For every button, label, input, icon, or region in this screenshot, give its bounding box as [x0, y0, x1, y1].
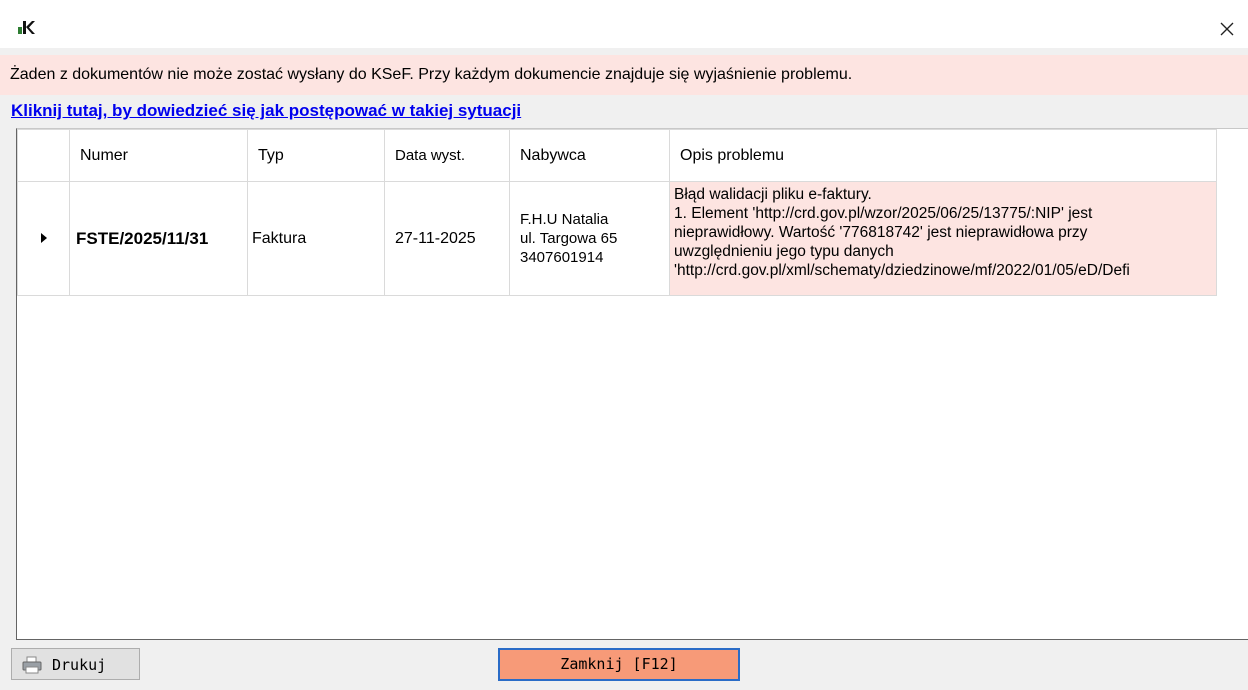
current-row-arrow-icon [40, 232, 47, 243]
column-header-opis-problemu[interactable]: Opis problemu [669, 129, 1217, 182]
cell-data-wyst[interactable]: 27-11-2025 [384, 181, 510, 296]
column-header-numer[interactable]: Numer [69, 129, 248, 182]
opis-line: Błąd walidacji pliku e-faktury. [674, 186, 872, 203]
print-button[interactable]: Drukuj [11, 648, 140, 680]
nabywca-address: ul. Targowa 65 [520, 230, 618, 247]
row-selector[interactable] [17, 181, 70, 296]
close-button[interactable]: Zamknij [F12] [498, 648, 740, 681]
documents-grid: Numer Typ Data wyst. Nabywca Opis proble… [16, 128, 1248, 640]
print-button-label: Drukuj [52, 656, 107, 674]
cell-nabywca[interactable]: F.H.U Natalia ul. Targowa 65 3407601914 [509, 181, 670, 296]
app-logo-icon [18, 21, 35, 34]
opis-line: nieprawidłowy. Wartość '776818742' jest … [674, 224, 1088, 241]
nabywca-name: F.H.U Natalia [520, 211, 609, 228]
column-header-typ[interactable]: Typ [247, 129, 385, 182]
column-header-data-wyst[interactable]: Data wyst. [384, 129, 510, 182]
error-banner: Żaden z dokumentów nie może zostać wysła… [0, 55, 1248, 95]
close-window-icon[interactable] [1216, 18, 1238, 40]
error-banner-text: Żaden z dokumentów nie może zostać wysła… [10, 66, 853, 83]
column-header-nabywca[interactable]: Nabywca [509, 129, 670, 182]
row-header-corner [17, 129, 70, 182]
table-header-row: Numer Typ Data wyst. Nabywca Opis proble… [17, 129, 1217, 182]
printer-icon [22, 656, 42, 674]
opis-line: uwzględnieniu jego typu danych [674, 243, 894, 260]
title-bar [0, 0, 1248, 48]
opis-line: 1. Element 'http://crd.gov.pl/wzor/2025/… [674, 205, 1093, 222]
cell-typ[interactable]: Faktura [247, 181, 385, 296]
cell-numer[interactable]: FSTE/2025/11/31 [69, 181, 248, 296]
table-row[interactable]: FSTE/2025/11/31 Faktura 27-11-2025 F.H.U… [17, 181, 1217, 296]
documents-table: Numer Typ Data wyst. Nabywca Opis proble… [17, 129, 1217, 296]
opis-line: 'http://crd.gov.pl/xml/schematy/dziedzin… [674, 262, 1130, 279]
cell-opis-problemu[interactable]: Błąd walidacji pliku e-faktury. 1. Eleme… [669, 181, 1217, 296]
nabywca-nip: 3407601914 [520, 249, 604, 266]
help-link[interactable]: Kliknij tutaj, by dowiedzieć się jak pos… [11, 101, 521, 121]
